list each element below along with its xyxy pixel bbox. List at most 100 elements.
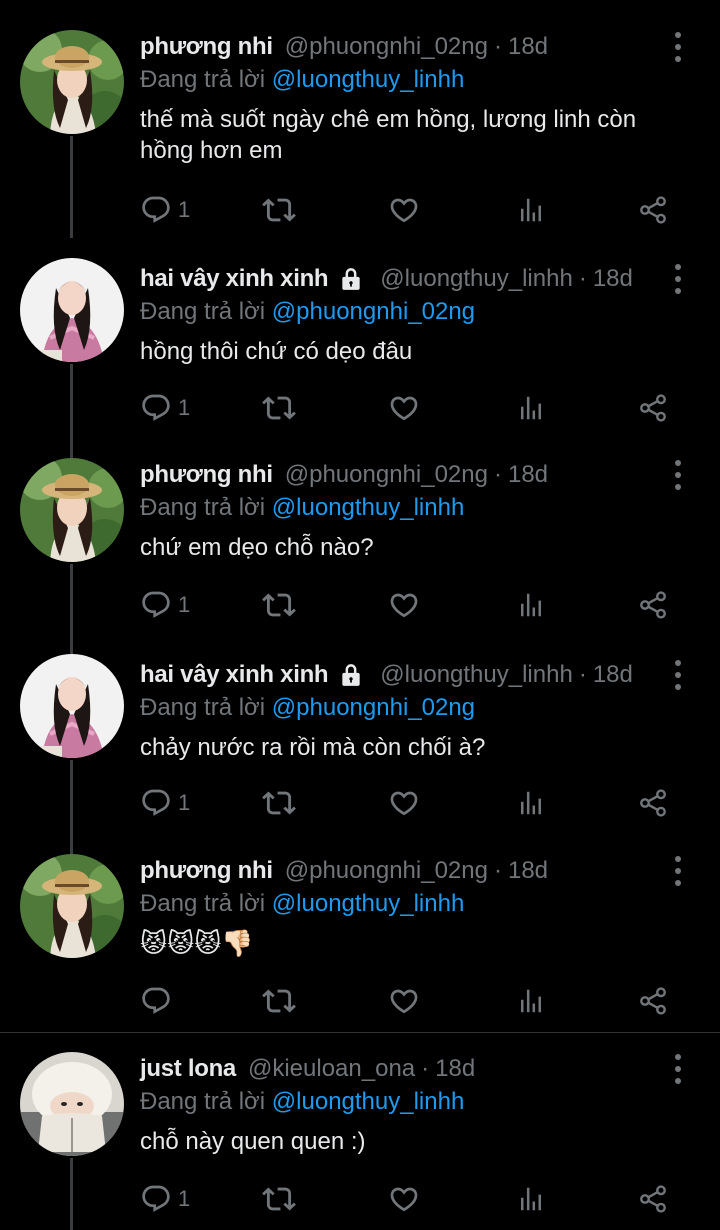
separator-dot: · [578,265,587,292]
replying-to: Đang trả lời @luongthuy_linhh [140,494,464,522]
avatar[interactable] [20,30,124,134]
replying-to-link[interactable]: @luongthuy_linhh [272,494,465,521]
share-button[interactable] [637,786,669,820]
share-button[interactable] [637,984,669,1018]
timestamp[interactable]: 18d [508,857,548,885]
retweet-button[interactable] [262,1182,296,1216]
reply-count: 1 [178,395,191,420]
replying-to-link[interactable]: @phuongnhi_02ng [272,298,475,325]
views-button[interactable] [516,193,546,227]
display-name[interactable]: phương nhi [140,33,273,61]
reply-button[interactable]: 1 [140,1182,190,1216]
heart-icon [388,787,420,819]
avatar[interactable] [20,258,124,362]
timestamp[interactable]: 18d [593,661,633,689]
views-button[interactable] [516,391,546,425]
username[interactable]: @luongthuy_linhh [380,265,573,293]
replying-to-link[interactable]: @luongthuy_linhh [272,890,465,917]
reply-button[interactable]: 1 [140,786,190,820]
more-vertical-icon[interactable] [670,856,686,886]
reply-count: 1 [178,790,191,815]
display-name[interactable]: phương nhi [140,857,273,885]
like-button[interactable] [388,193,420,227]
more-vertical-icon[interactable] [670,264,686,294]
avatar[interactable] [20,654,124,758]
tweet[interactable]: phương nhi @phuongnhi_02ng · 18d Đang tr… [0,458,720,656]
timestamp[interactable]: 18d [593,265,633,293]
tweet[interactable]: just lona @kieuloan_ona · 18d Đang trả l… [0,1052,720,1230]
action-bar: 1 [140,391,680,425]
views-button[interactable] [516,588,546,622]
display-name[interactable]: hai vây xinh xinh [140,265,329,293]
share-button[interactable] [637,588,669,622]
tweet[interactable]: phương nhi @phuongnhi_02ng · 18d Đang tr… [0,854,720,1034]
thread-line [70,136,73,238]
replying-prefix: Đang trả lời [140,298,272,325]
views-icon [516,393,546,423]
display-name[interactable]: just lona [140,1055,236,1083]
reply-icon [140,1183,172,1215]
tweet[interactable]: hai vây xinh xinh @luongthuy_linhh · 18d… [0,258,720,460]
reply-icon [140,787,172,819]
views-icon [516,986,546,1016]
like-button[interactable] [388,1182,420,1216]
timestamp[interactable]: 18d [435,1055,475,1083]
action-bar [140,984,680,1018]
thread-line [70,760,73,856]
tweet[interactable]: hai vây xinh xinh @luongthuy_linhh · 18d… [0,654,720,856]
avatar[interactable] [20,854,124,958]
retweet-button[interactable] [262,588,296,622]
replying-to-link[interactable]: @luongthuy_linhh [272,1088,465,1115]
replying-to-link[interactable]: @luongthuy_linhh [272,66,465,93]
reply-button[interactable]: 1 [140,193,190,227]
views-icon [516,1184,546,1214]
like-button[interactable] [388,391,420,425]
tweet[interactable]: phương nhi @phuongnhi_02ng · 18d Đang tr… [0,30,720,238]
reply-button[interactable]: 1 [140,391,190,425]
tweet-header: phương nhi @phuongnhi_02ng · 18d [140,30,548,64]
replying-prefix: Đang trả lời [140,694,272,721]
display-name[interactable]: phương nhi [140,461,273,489]
retweet-icon [262,391,296,425]
avatar[interactable] [20,1052,124,1156]
username[interactable]: @phuongnhi_02ng [285,33,488,61]
more-vertical-icon[interactable] [670,32,686,62]
reply-button[interactable]: 1 [140,588,190,622]
retweet-button[interactable] [262,391,296,425]
username[interactable]: @luongthuy_linhh [380,661,573,689]
avatar[interactable] [20,458,124,562]
reply-count: 1 [178,197,191,222]
share-button[interactable] [637,193,669,227]
views-button[interactable] [516,786,546,820]
retweet-button[interactable] [262,984,296,1018]
more-vertical-icon[interactable] [670,460,686,490]
separator-dot: · [578,661,587,688]
share-button[interactable] [637,391,669,425]
display-name[interactable]: hai vây xinh xinh [140,661,329,689]
like-button[interactable] [388,588,420,622]
retweet-button[interactable] [262,786,296,820]
share-button[interactable] [637,1182,669,1216]
replying-to-link[interactable]: @phuongnhi_02ng [272,694,475,721]
username[interactable]: @phuongnhi_02ng [285,461,488,489]
username[interactable]: @kieuloan_ona [248,1055,415,1083]
views-button[interactable] [516,984,546,1018]
retweet-button[interactable] [262,193,296,227]
more-vertical-icon[interactable] [670,660,686,690]
replying-prefix: Đang trả lời [140,890,272,917]
like-button[interactable] [388,786,420,820]
reply-button[interactable] [140,984,178,1018]
more-vertical-icon[interactable] [670,1054,686,1084]
heart-icon [388,985,420,1017]
thread-line [70,1158,73,1230]
separator-dot: · [493,33,502,60]
action-bar: 1 [140,786,680,820]
like-button[interactable] [388,984,420,1018]
divider [0,1032,720,1033]
timestamp[interactable]: 18d [508,461,548,489]
username[interactable]: @phuongnhi_02ng [285,857,488,885]
timestamp[interactable]: 18d [508,33,548,61]
retweet-icon [262,786,296,820]
replying-prefix: Đang trả lời [140,494,272,521]
views-button[interactable] [516,1182,546,1216]
